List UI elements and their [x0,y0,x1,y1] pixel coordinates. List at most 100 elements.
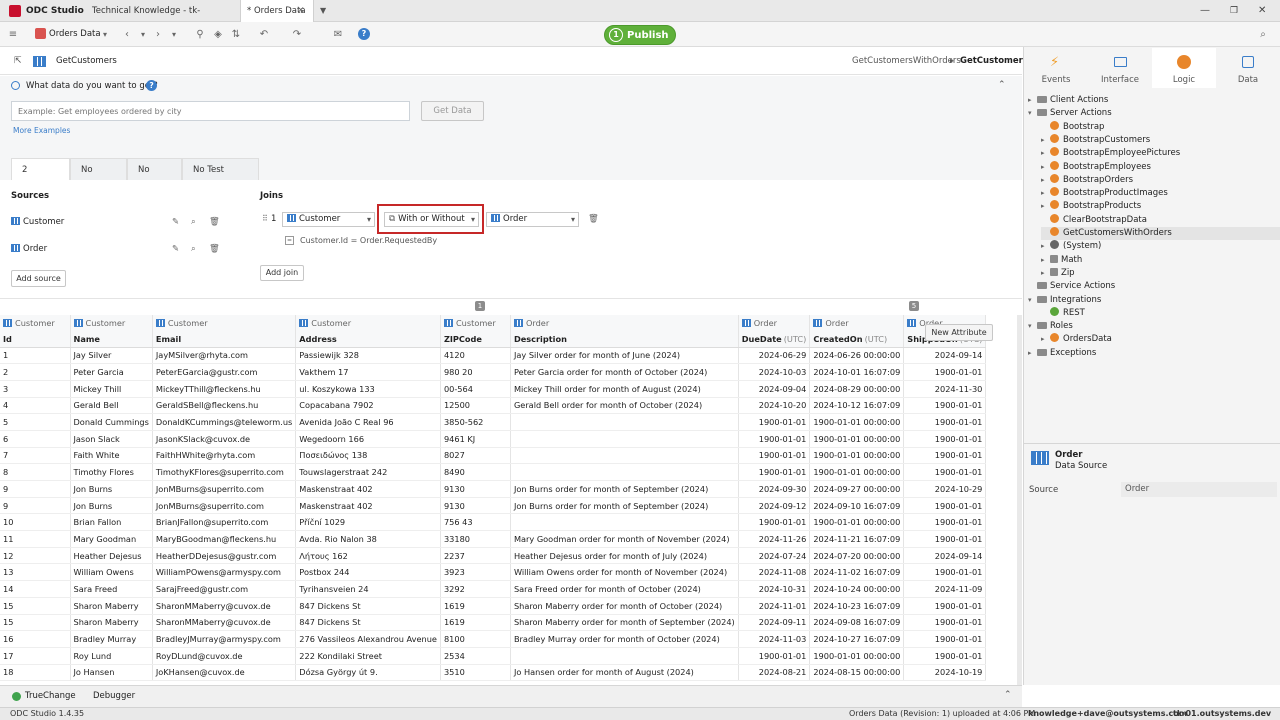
columns-badge-left[interactable]: 1 [475,301,485,311]
tab-technical-knowledge[interactable]: Technical Knowledge - tk-01.outsystems..… [86,0,236,38]
table-row[interactable]: 14 Sara Freed SarajFreed@gustr.com Tyrihans… [0,580,987,598]
collapse-editor-icon[interactable]: ⇱ [14,56,22,66]
expand-icon[interactable]: ▸ [1041,187,1050,200]
table-row[interactable]: 5 Donald Cummings DonaldKCummings@teleworm… [0,413,987,431]
tree-item[interactable]: ▸ BootstrapCustomers [1041,133,1280,147]
close-window-icon[interactable]: ✕ [1258,0,1266,22]
tab-menu-icon[interactable]: ▼ [320,0,326,22]
tree-item[interactable]: Service Actions [1028,280,1280,293]
add-join-button[interactable]: Add join [260,265,304,281]
delete-join-icon[interactable]: 🗑 [588,214,599,224]
tree-item[interactable]: ▸ Math [1041,254,1280,267]
tree-item[interactable]: ▸ Client Actions [1028,94,1280,107]
pin-icon[interactable]: ⚲ [194,26,206,43]
column-header[interactable]: Address [295,331,441,348]
table-row[interactable]: 10 Brian Fallon BrianJFallon@superrito.com… [0,513,987,532]
column-header[interactable]: CreatedOn (UTC) [809,331,905,348]
tree-item[interactable]: ▸ BootstrapEmployees [1041,160,1280,174]
expand-icon[interactable]: ▸ [1041,161,1050,174]
server-text[interactable]: tk-01.outsystems.dev [1173,708,1271,720]
source-row-customer[interactable]: Customer ✎ ⌕ 🗑 [11,217,251,229]
tab-filters[interactable]: No Filters [70,158,127,197]
more-examples-link[interactable]: More Examples [13,126,70,135]
expand-icon[interactable]: ▸ [1041,174,1050,187]
undo-icon[interactable]: ↶ [257,26,271,43]
expand-icon[interactable]: ▾ [1028,294,1037,307]
search-icon[interactable]: ⌕ [191,217,196,227]
tree-item[interactable]: ▸ OrdersData [1041,333,1280,346]
tree-item[interactable]: ▸ Exceptions [1028,347,1280,360]
back-history-icon[interactable]: ▾ [138,26,148,43]
help-icon[interactable]: ? [358,28,370,40]
tab-sorts[interactable]: No Sorts [127,158,182,197]
table-row[interactable]: 13 William Owens WilliamPOwens@armyspy.com… [0,563,987,582]
tree-item[interactable]: ▾ Server Actions [1028,107,1280,120]
get-data-button[interactable]: Get Data [421,101,484,121]
delete-icon[interactable]: 🗑 [209,217,220,227]
table-row[interactable]: 15 Sharon Maberry SharonMMaberry@cuvox.de 8… [0,614,987,632]
forward-history-icon[interactable]: ▾ [169,26,179,43]
expand-icon[interactable]: ▸ [1041,240,1050,253]
tree-item[interactable]: Bootstrap [1041,120,1280,134]
vertical-scrollbar[interactable] [1017,315,1022,685]
tree-item[interactable]: ▸ BootstrapEmployeePictures [1041,147,1280,160]
join-type-select[interactable]: ⧉ With or Without [384,212,479,227]
column-header[interactable]: Name [70,331,153,348]
table-row[interactable]: 15 Sharon Maberry SharonMMaberry@cuvox.de 8… [0,597,987,615]
tab-interface[interactable]: Interface [1088,48,1152,88]
expand-icon[interactable]: ▸ [1041,254,1050,267]
expand-icon[interactable]: ▸ [1041,134,1050,147]
drag-handle-icon[interactable]: ⠿ [262,214,268,223]
expand-icon[interactable]: ▸ [1028,347,1037,360]
expand-panel-icon[interactable]: ⌃ [1004,690,1012,700]
feedback-icon[interactable]: ✉ [331,26,345,43]
tree-item[interactable]: REST [1041,306,1280,320]
column-header[interactable]: Description [510,331,739,348]
user-text[interactable]: knowledge+dave@outsystems.com [1028,708,1187,720]
edit-icon[interactable]: ✎ [172,217,179,227]
column-header[interactable]: ZIPCode [440,331,511,348]
table-row[interactable]: 3 Mickey Thill MickeyTThill@fleckens.hu ul.… [0,380,987,398]
table-row[interactable]: 1 Jay Silver JayMSilver@rhyta.com Passiewij… [0,347,987,365]
column-header[interactable]: Email [152,331,297,348]
join-condition[interactable]: Customer.Id = Order.RequestedBy [300,236,437,245]
tab-data[interactable]: Data [1216,48,1280,88]
splitter[interactable] [0,298,1022,315]
columns-badge-right[interactable]: 5 [909,301,919,311]
tab-sources[interactable]: 2 Sources [11,158,70,197]
app-dropdown-icon[interactable]: ▾ [100,26,110,43]
table-row[interactable]: 9 Jon Burns JonMBurns@superrito.com Maskens… [0,480,987,498]
table-row[interactable]: 2 Peter Garcia PeterEGarcia@gustr.com Vakth… [0,363,987,381]
expand-icon[interactable]: ▾ [1028,107,1037,120]
compare-icon[interactable]: ⇅ [230,26,242,43]
query-input[interactable] [11,101,410,121]
expand-icon[interactable]: ▸ [1041,200,1050,213]
source-value[interactable]: Order [1121,482,1277,497]
collapse-query-icon[interactable]: ⌃ [998,80,1006,90]
tree-item[interactable]: ▾ Integrations [1028,294,1280,307]
minimize-icon[interactable]: — [1200,0,1210,22]
source-row-order[interactable]: Order ✎ ⌕ 🗑 [11,244,251,256]
close-tab-icon[interactable]: ✕ [297,0,305,22]
redo-icon[interactable]: ↷ [290,26,304,43]
expand-icon[interactable]: ▸ [1041,333,1050,346]
search-icon[interactable]: ⌕ [191,244,196,254]
expand-icon[interactable]: ▸ [1041,267,1050,280]
column-header[interactable]: Id [0,331,71,348]
breadcrumb-parent[interactable]: GetCustomersWithOrders [852,56,961,66]
join-right-select[interactable]: Order [486,212,579,227]
forward-icon[interactable]: › [152,26,164,43]
expand-icon[interactable]: ▾ [1028,320,1037,333]
table-row[interactable]: 12 Heather Dejesus HeatherDDejesus@gustr.c… [0,547,987,565]
table-row[interactable]: 8 Timothy Flores TimothyKFlores@superrito.… [0,463,987,481]
tree-item[interactable]: ▸ Zip [1041,267,1280,280]
column-header[interactable]: DueDate (UTC) [738,331,811,348]
add-source-button[interactable]: Add source [11,270,66,287]
table-row[interactable]: 4 Gerald Bell GeraldSBell@fleckens.hu Copac… [0,397,987,415]
tree-item[interactable]: ▸ BootstrapProducts [1041,200,1280,213]
layers-icon[interactable]: ◈ [212,26,224,43]
query-help-icon[interactable]: ? [146,80,157,91]
tree-item[interactable]: ▸ BootstrapProductImages [1041,187,1280,200]
tab-debugger[interactable]: Debugger [93,691,135,701]
table-row[interactable]: 18 Jo Hansen JoKHansen@cuvox.de Dózsa Györg… [0,664,987,682]
